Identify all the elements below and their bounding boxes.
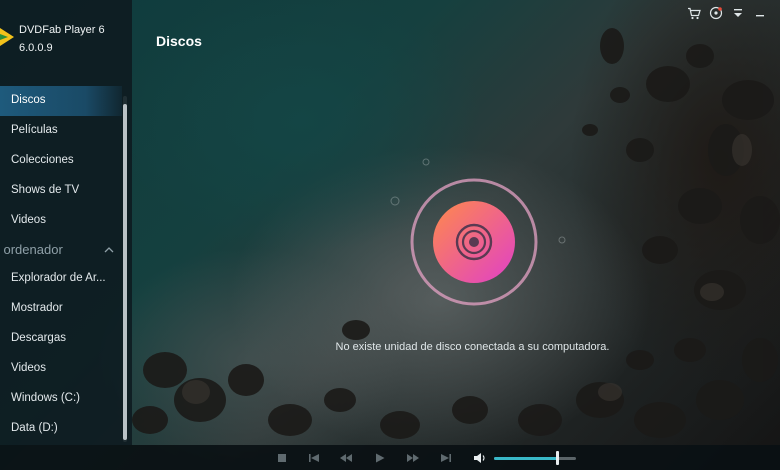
section-header-ordenador[interactable]: i ordenador <box>0 238 122 262</box>
section-header-label: i ordenador <box>0 242 63 257</box>
previous-icon[interactable] <box>306 450 322 465</box>
no-disc-message: No existe unidad de disco conectada a su… <box>335 341 610 353</box>
sidebar-item-discos[interactable]: Discos <box>0 86 122 116</box>
sidebar-item-descargas[interactable]: Descargas <box>0 324 122 354</box>
sidebar-item-data-d[interactable]: Data (D:) <box>0 414 122 444</box>
sidebar-item-mostrador[interactable]: Mostrador <box>0 294 122 324</box>
volume-icon[interactable] <box>472 450 488 465</box>
disc-icon <box>410 178 538 306</box>
player-control-bar <box>0 445 780 470</box>
sidebar-item-explorador[interactable]: Explorador de Ar... <box>0 264 122 294</box>
minimize-icon[interactable] <box>750 4 770 22</box>
stop-icon[interactable] <box>274 450 290 465</box>
library-nav: Discos Películas Colecciones Shows de TV… <box>0 86 122 236</box>
dvdfab-player-window: DVDFab Player 6 6.0.0.9 Discos Películas… <box>0 0 780 470</box>
sidebar-item-peliculas[interactable]: Películas <box>0 116 122 146</box>
app-version: 6.0.0.9 <box>19 42 53 54</box>
volume-slider-handle[interactable] <box>556 451 559 465</box>
sidebar-item-videos[interactable]: Videos <box>0 206 122 236</box>
sidebar-scrollbar-thumb[interactable] <box>123 104 127 440</box>
fast-forward-icon[interactable] <box>405 450 421 465</box>
computer-nav: Explorador de Ar... Mostrador Descargas … <box>0 264 122 444</box>
next-icon[interactable] <box>438 450 454 465</box>
play-icon[interactable] <box>372 450 388 465</box>
sidebar-item-shows-de-tv[interactable]: Shows de TV <box>0 176 122 206</box>
dvdfab-logo-icon <box>0 28 14 46</box>
sidebar: DVDFab Player 6 6.0.0.9 Discos Películas… <box>0 0 132 445</box>
page-title: Discos <box>156 33 202 49</box>
app-name: DVDFab Player 6 <box>19 24 105 36</box>
sidebar-item-colecciones[interactable]: Colecciones <box>0 146 122 176</box>
sidebar-item-windows-c[interactable]: Windows (C:) <box>0 384 122 414</box>
update-icon[interactable] <box>706 4 726 22</box>
sidebar-item-videos-local[interactable]: Videos <box>0 354 122 384</box>
window-controls <box>682 4 770 22</box>
menu-icon[interactable] <box>728 4 748 22</box>
volume-slider-fill <box>494 457 557 460</box>
cart-icon[interactable] <box>684 4 704 22</box>
rewind-icon[interactable] <box>338 450 354 465</box>
